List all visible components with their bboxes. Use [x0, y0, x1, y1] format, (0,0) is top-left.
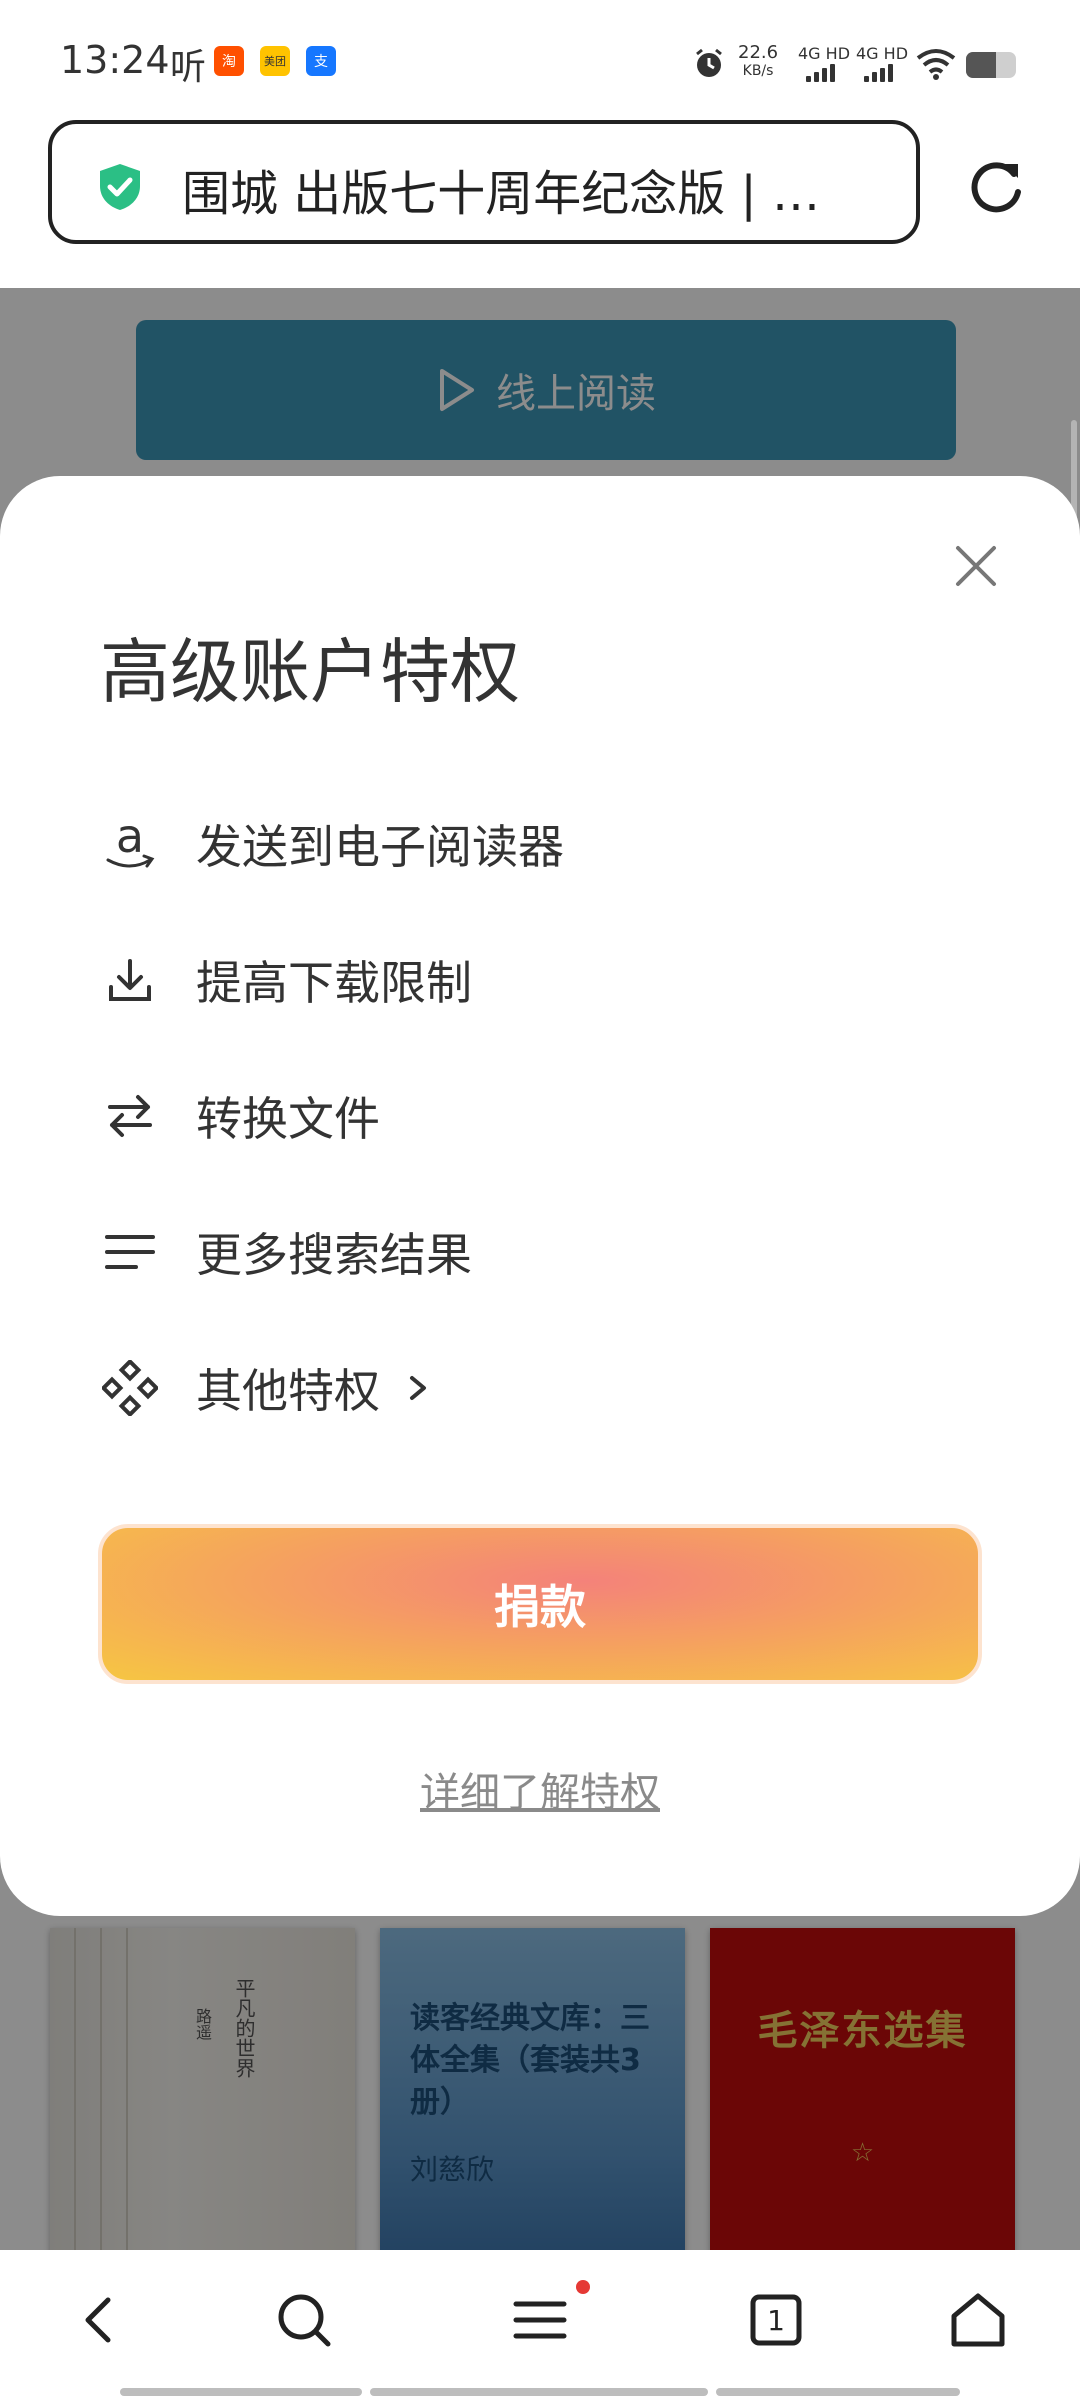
address-box[interactable]: 围城 出版七十周年纪念版 | … [48, 120, 920, 244]
status-time: 13:24 [60, 38, 170, 82]
donate-button[interactable]: 捐款 [98, 1524, 982, 1684]
menu-icon[interactable] [510, 2290, 570, 2350]
secure-shield-icon [100, 164, 140, 210]
wifi-icon [916, 49, 956, 80]
sim1-label: 4G HD [798, 44, 851, 63]
feature-other-privileges[interactable]: 其他特权 [100, 1348, 430, 1428]
tabs-button[interactable]: 1 [746, 2290, 806, 2350]
alarm-icon [696, 48, 722, 77]
tab-count: 1 [767, 2303, 785, 2337]
alipay-icon: 支 [306, 46, 336, 76]
status-bar: 13:24 听 淘 美团 支 22.6 KB/s 4G HD 4G HD [0, 0, 1080, 120]
feature-send-to-reader: a 发送到电子阅读器 [100, 804, 564, 884]
sim2-label: 4G HD [856, 44, 909, 63]
network-speed: 22.6 KB/s [738, 42, 779, 80]
ting-label: 听 [170, 47, 207, 88]
feature-label: 转换文件 [196, 1092, 380, 1146]
feature-label: 其他特权 [196, 1364, 380, 1418]
reload-icon[interactable] [964, 156, 1028, 220]
notification-dot [576, 2280, 590, 2294]
home-icon[interactable] [948, 2290, 1008, 2350]
taobao-icon: 淘 [214, 46, 244, 76]
diamond-grid-icon [100, 1358, 160, 1418]
back-icon[interactable] [70, 2290, 130, 2350]
chevron-right-icon [410, 1376, 426, 1400]
gesture-bar [370, 2388, 708, 2396]
lines-icon [100, 1222, 160, 1282]
feature-download-limit: 提高下载限制 [100, 940, 472, 1020]
learn-more-link[interactable]: 详细了解特权 [0, 1760, 1080, 1818]
download-icon [100, 950, 160, 1010]
amazon-icon: a [100, 814, 160, 874]
gesture-bar [120, 2388, 362, 2396]
feature-more-results: 更多搜索结果 [100, 1212, 472, 1292]
premium-sheet: 高级账户特权 a 发送到电子阅读器 提高下载限制 转换文件 更多搜索结果 其他特… [0, 476, 1080, 1916]
gesture-bar [716, 2388, 960, 2396]
battery-icon [966, 52, 1016, 78]
close-icon[interactable] [946, 536, 1006, 596]
feature-convert-files: 转换文件 [100, 1076, 380, 1156]
sheet-title: 高级账户特权 [100, 631, 520, 713]
page-title-url[interactable]: 围城 出版七十周年纪念版 | … [182, 154, 882, 224]
meituan-icon: 美团 [260, 46, 290, 76]
url-bar: 围城 出版七十周年纪念版 | … [0, 120, 1080, 288]
feature-label: 更多搜索结果 [196, 1228, 472, 1282]
feature-label: 发送到电子阅读器 [196, 820, 564, 874]
svg-text:a: a [116, 814, 144, 863]
search-icon[interactable] [274, 2290, 334, 2350]
swap-icon [100, 1086, 160, 1146]
bottom-nav: 1 [0, 2250, 1080, 2400]
feature-label: 提高下载限制 [196, 956, 472, 1010]
